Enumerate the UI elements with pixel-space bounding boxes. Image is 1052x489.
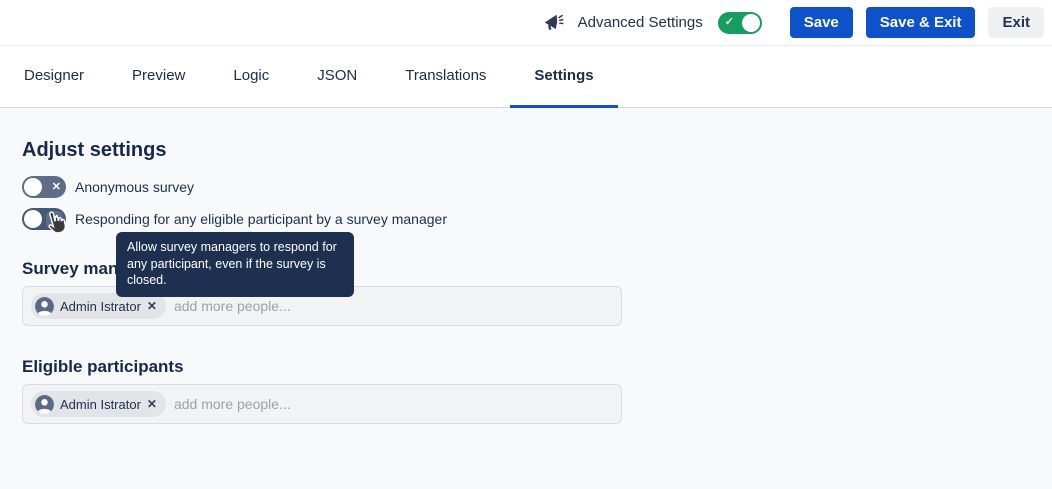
tab-json[interactable]: JSON	[293, 46, 381, 108]
person-chip: Admin Istrator ✕	[31, 293, 166, 319]
advanced-settings-toggle[interactable]: ✓	[718, 12, 762, 34]
save-button[interactable]: Save	[790, 7, 853, 38]
respond-any-participant-label: Responding for any eligible participant …	[75, 211, 447, 227]
anonymous-survey-toggle[interactable]: ✕	[22, 176, 66, 198]
eligible-participants-input[interactable]: Admin Istrator ✕ add more people...	[22, 384, 622, 424]
anonymous-survey-label: Anonymous survey	[75, 179, 194, 195]
respond-any-participant-row: ✕ Responding for any eligible participan…	[22, 208, 1030, 230]
toggle-knob	[742, 14, 760, 32]
anonymous-survey-row: ✕ Anonymous survey	[22, 176, 1030, 198]
tab-preview[interactable]: Preview	[108, 46, 209, 108]
chip-name-label: Admin Istrator	[60, 397, 141, 412]
megaphone-icon	[541, 11, 565, 35]
tab-bar: Designer Preview Logic JSON Translations…	[0, 46, 1052, 108]
exit-button[interactable]: Exit	[988, 7, 1044, 38]
page-title: Adjust settings	[22, 108, 1030, 162]
toggle-tooltip: Allow survey managers to respond for any…	[116, 232, 354, 297]
check-icon: ✓	[725, 17, 734, 28]
toggle-knob	[24, 178, 42, 196]
chip-remove-icon[interactable]: ✕	[147, 300, 157, 312]
top-header: Advanced Settings ✓ Save Save & Exit Exi…	[0, 0, 1052, 46]
eligible-participants-heading: Eligible participants	[22, 356, 1030, 378]
settings-panel: Adjust settings ✕ Anonymous survey ✕ Res…	[0, 108, 1052, 489]
add-people-placeholder: add more people...	[174, 396, 291, 412]
tab-settings[interactable]: Settings	[510, 46, 617, 108]
save-and-exit-button[interactable]: Save & Exit	[866, 7, 976, 38]
toggle-x-icon: ✕	[52, 182, 61, 193]
chip-name-label: Admin Istrator	[60, 299, 141, 314]
chip-remove-icon[interactable]: ✕	[147, 398, 157, 410]
tab-logic[interactable]: Logic	[209, 46, 293, 108]
advanced-settings-label: Advanced Settings	[578, 14, 703, 31]
tab-designer[interactable]: Designer	[0, 46, 108, 108]
person-chip: Admin Istrator ✕	[31, 391, 166, 417]
add-people-placeholder: add more people...	[174, 298, 291, 314]
avatar-icon	[35, 395, 54, 414]
tab-translations[interactable]: Translations	[381, 46, 510, 108]
toggle-knob	[24, 210, 42, 228]
avatar-icon	[35, 297, 54, 316]
mouse-pointer-cursor	[44, 210, 68, 243]
